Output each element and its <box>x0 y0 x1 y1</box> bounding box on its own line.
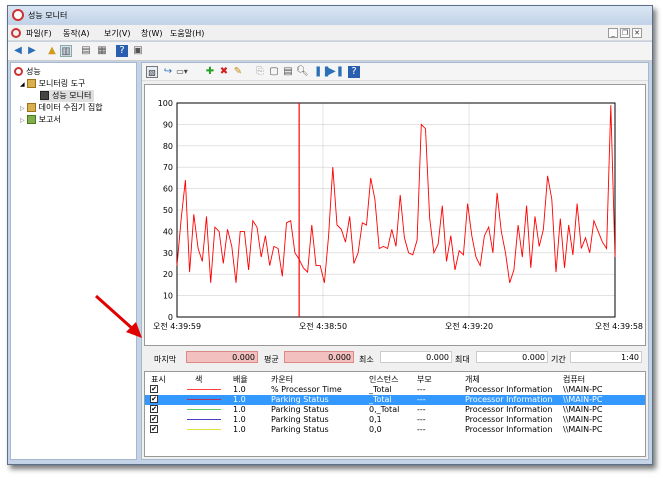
annotation-arrow <box>94 294 142 338</box>
arrow-shaft <box>94 294 136 332</box>
